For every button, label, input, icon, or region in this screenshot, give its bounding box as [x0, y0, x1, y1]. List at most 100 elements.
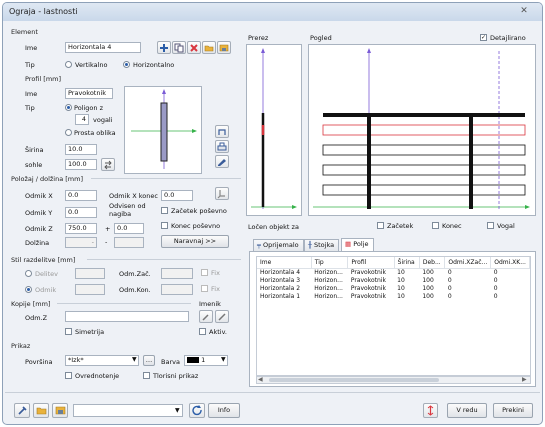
ime-input[interactable]: Horizontala 4	[65, 42, 141, 53]
tip-label: Tip	[25, 61, 35, 69]
profile-tool-3[interactable]	[215, 155, 229, 168]
table-scrollbar[interactable]: ◀ ▶	[256, 376, 531, 384]
col-debelina[interactable]: Deb...	[419, 257, 446, 269]
position-tool-button[interactable]	[215, 187, 229, 200]
poligon-radio[interactable]	[65, 104, 72, 111]
locen-vogal-checkbox[interactable]	[487, 222, 494, 229]
swap-button[interactable]	[101, 158, 115, 171]
zacetek-posevno-checkbox[interactable]	[161, 207, 168, 214]
fix2-checkbox[interactable]	[201, 285, 208, 292]
table-row[interactable]: Horizontala 1 Horizon... Pravokotnik 10 …	[257, 293, 530, 301]
prosta-oblika-radio[interactable]	[65, 129, 72, 136]
povrsina-browse-button[interactable]: …	[143, 355, 155, 366]
print-icon	[217, 142, 227, 150]
table-header-row: Ime Tip Profil Širina Deb... Odmi.XZač..…	[257, 257, 530, 269]
konec-posevno-checkbox[interactable]	[161, 222, 168, 229]
preset-select[interactable]	[73, 404, 183, 417]
odmik-x-konec-input[interactable]: 0.0	[161, 190, 193, 201]
pick-button[interactable]	[14, 403, 30, 418]
save-button[interactable]	[217, 41, 231, 54]
table-row[interactable]: Horizontala 3 Horizon... Pravokotnik 10 …	[257, 277, 530, 285]
odmik-y-input[interactable]: 0.0	[65, 207, 97, 218]
help-button[interactable]	[423, 403, 438, 418]
imenik-tool-2[interactable]	[215, 310, 229, 323]
aktiv-checkbox[interactable]	[199, 328, 206, 335]
tab-polje[interactable]: ▦ Polje	[341, 238, 374, 251]
table-row[interactable]: Horizontala 2 Horizon... Pravokotnik 10 …	[257, 285, 530, 293]
refresh-button[interactable]	[189, 403, 205, 418]
detajlirano-checkbox[interactable]: ✓	[480, 34, 487, 41]
odmik-radio[interactable]	[25, 286, 32, 293]
povrsina-select[interactable]: *Izk*	[65, 355, 139, 366]
col-odmik-x-kon[interactable]: Odmi.XK...	[490, 257, 530, 269]
vertikalno-radio[interactable]	[65, 61, 72, 68]
pogled-drawing	[313, 48, 530, 209]
tab-stojka-label: Stojka	[313, 241, 335, 249]
polje-grid: Ime Tip Profil Širina Deb... Odmi.XZač..…	[257, 257, 530, 301]
locen-konec-checkbox[interactable]	[432, 222, 439, 229]
odm-kon-input[interactable]	[161, 284, 193, 295]
horizontalno-radio[interactable]	[123, 61, 130, 68]
footer-open-button[interactable]	[33, 403, 49, 418]
scroll-left-icon[interactable]: ◀	[258, 376, 263, 383]
close-button[interactable]: ✕	[511, 5, 537, 18]
copy-button[interactable]	[172, 41, 186, 54]
odm-z-input[interactable]	[65, 311, 189, 322]
ok-button[interactable]: V redu	[447, 403, 487, 418]
sirina-input[interactable]: 10.0	[65, 144, 97, 155]
odmik-input[interactable]	[75, 284, 105, 295]
delete-button[interactable]	[187, 41, 201, 54]
tab-stojka[interactable]: ╫ Stojka	[304, 239, 340, 251]
col-profil[interactable]: Profil	[347, 257, 395, 269]
imenik-tool-1[interactable]	[199, 310, 213, 323]
polozaj-separator	[91, 178, 241, 179]
kopije-header: Kopije [mm]	[11, 300, 51, 308]
horizontalno-label: Horizontalno	[133, 61, 175, 69]
vertikalno-label: Vertikalno	[75, 61, 108, 69]
simetrija-checkbox[interactable]	[65, 328, 72, 335]
odmik-x-input[interactable]: 0.0	[65, 190, 97, 201]
table-row[interactable]: Horizontala 4 Horizon... Pravokotnik 10 …	[257, 269, 530, 277]
profile-tool-1[interactable]	[215, 125, 229, 138]
sohle-input[interactable]: 100.0	[65, 159, 97, 170]
dolzina-offset-input[interactable]	[114, 237, 144, 248]
cell: 0	[447, 285, 452, 292]
delitev-input[interactable]	[75, 268, 105, 279]
odmik-z-offset-input[interactable]: 0.0	[114, 223, 144, 234]
prerez-drawing	[251, 48, 297, 209]
ovrednotenje-checkbox[interactable]	[65, 372, 72, 379]
col-ime[interactable]: Ime	[257, 257, 312, 269]
cell: Horizon...	[314, 277, 343, 284]
vogali-input[interactable]: 4	[75, 114, 89, 125]
odmik-z-input[interactable]: 750.0	[65, 223, 97, 234]
scroll-right-icon[interactable]: ▶	[522, 376, 527, 383]
col-tip[interactable]: Tip	[311, 257, 349, 269]
odmik-x-label: Odmik X	[25, 192, 53, 200]
cancel-button[interactable]: Prekini	[493, 403, 533, 418]
profile-tool-2[interactable]	[215, 140, 229, 153]
copy-icon	[174, 43, 184, 52]
pogled-label: Pogled	[310, 34, 332, 42]
cell: Horizontala 4	[260, 269, 301, 277]
tab-oprijemalo[interactable]: ╤ Oprijemalo	[253, 239, 304, 251]
dolzina-input[interactable]: -	[65, 237, 97, 248]
scrollbar-thumb[interactable]	[269, 378, 439, 382]
fix1-checkbox[interactable]	[201, 269, 208, 276]
profile-drawing	[131, 89, 197, 169]
odvisen-label: Odvisen od nagiba	[109, 202, 146, 218]
add-button[interactable]	[157, 41, 171, 54]
chevron-down-icon: ▼	[221, 356, 226, 363]
footer-save-button[interactable]	[52, 403, 68, 418]
kopije-separator	[57, 303, 191, 304]
cell: 100	[422, 293, 434, 300]
locen-zacetek-checkbox[interactable]	[377, 222, 384, 229]
profil-ime-input[interactable]: Pravokotnik	[65, 88, 113, 99]
open-button[interactable]	[202, 41, 216, 54]
delitev-radio[interactable]	[25, 270, 32, 277]
odm-zac-input[interactable]	[161, 268, 193, 279]
col-sirina[interactable]: Širina	[394, 257, 420, 269]
tlorisni-checkbox[interactable]	[143, 372, 150, 379]
info-button[interactable]: Info	[208, 403, 240, 418]
naravnaj-button[interactable]: Naravnaj >>	[161, 235, 229, 248]
col-odmik-x-zac[interactable]: Odmi.XZač...	[444, 257, 492, 269]
